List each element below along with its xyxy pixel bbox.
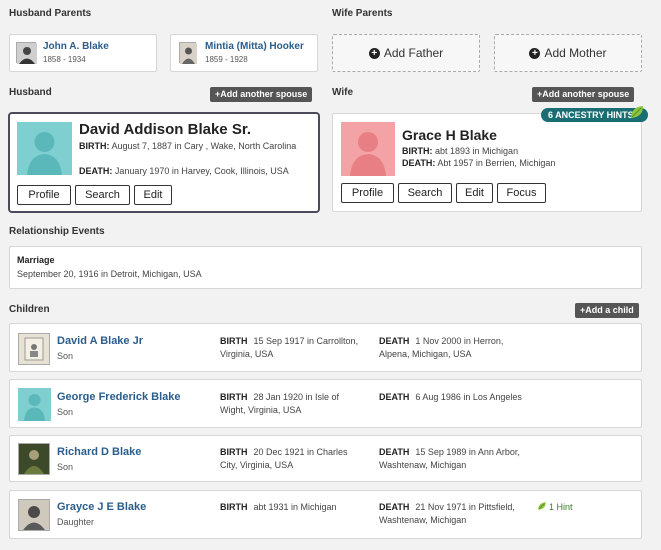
birth-label: BIRTH (220, 502, 248, 512)
plus-circle-icon: + (368, 47, 380, 59)
birth-label: BIRTH: (79, 141, 110, 151)
birth-label: BIRTH (220, 392, 248, 402)
child-death: DEATH 6 Aug 1986 in Los Angeles (379, 391, 529, 404)
child-birth: BIRTH 20 Dec 1921 in Charles City, Virgin… (220, 446, 365, 472)
add-mother-button[interactable]: + Add Mother (494, 34, 642, 72)
child-hint-link[interactable]: 1 Hint (537, 501, 573, 512)
wife-card[interactable]: Grace H Blake BIRTH: abt 1893 in Michiga… (332, 113, 642, 212)
husband-father-name[interactable]: John A. Blake (43, 41, 109, 52)
add-another-spouse-wife-button[interactable]: +Add another spouse (532, 87, 635, 102)
wife-search-button[interactable]: Search (398, 183, 452, 203)
child-name[interactable]: Grayce J E Blake (57, 501, 146, 513)
child-death: DEATH 21 Nov 1971 in Pittsfield, Washtena… (379, 501, 534, 527)
birth-label: BIRTH: (402, 146, 433, 156)
marriage-label: Marriage (17, 255, 55, 265)
child-relation: Son (57, 462, 74, 472)
husband-name: David Addison Blake Sr. (79, 121, 251, 138)
wife-title: Wife (332, 87, 354, 98)
husband-search-button[interactable]: Search (75, 185, 130, 205)
child-relation: Son (57, 407, 74, 417)
wife-focus-button[interactable]: Focus (497, 183, 546, 203)
relationship-events-title: Relationship Events (9, 226, 105, 237)
child-birth: BIRTH abt 1931 in Michigan (220, 501, 365, 514)
child-birth: BIRTH 15 Sep 1917 in Carrollton, Virginia… (220, 335, 360, 361)
wife-profile-button[interactable]: Profile (341, 183, 394, 203)
wife-name: Grace H Blake (402, 127, 497, 143)
father-photo (16, 42, 37, 64)
leaf-icon (538, 502, 546, 510)
child-relation: Son (57, 351, 74, 361)
husband-edit-button[interactable]: Edit (134, 185, 172, 205)
child-row[interactable]: David A Blake Jr Son BIRTH 15 Sep 1917 in… (9, 323, 642, 372)
death-label: DEATH (379, 392, 410, 402)
child-name[interactable]: Richard D Blake (57, 446, 141, 458)
child-row[interactable]: Richard D Blake Son BIRTH 20 Dec 1921 in … (9, 435, 642, 482)
death-label: DEATH (379, 502, 410, 512)
child-birth: BIRTH 28 Jan 1920 in Isle of Wight, Virgi… (220, 391, 360, 417)
plus-circle-icon: + (529, 47, 541, 59)
death-label: DEATH (379, 447, 410, 457)
child-name[interactable]: David A Blake Jr (57, 335, 143, 347)
husband-mother-card[interactable]: Mintia (Mitta) Hooker 1859 - 1928 (170, 34, 318, 72)
child-death: DEATH 1 Nov 2000 in Herron, Alpena, Michi… (379, 335, 529, 361)
death-label: DEATH: (79, 166, 113, 176)
child-row[interactable]: George Frederick Blake Son BIRTH 28 Jan 1… (9, 379, 642, 428)
marriage-detail: September 20, 1916 in Detroit, Michigan,… (17, 269, 202, 279)
wife-birth: BIRTH: abt 1893 in Michigan (402, 145, 637, 157)
leaf-icon (629, 104, 645, 120)
birth-label: BIRTH (220, 447, 248, 457)
add-mother-label: Add Mother (544, 46, 607, 60)
husband-title: Husband (9, 87, 52, 98)
child-photo (18, 499, 50, 531)
child-death: DEATH 15 Sep 1989 in Ann Arbor, Washtenaw… (379, 446, 529, 472)
husband-profile-button[interactable]: Profile (17, 185, 71, 205)
add-father-label: Add Father (383, 46, 444, 60)
children-title: Children (9, 304, 50, 315)
male-avatar-icon (18, 388, 51, 421)
husband-parents-title: Husband Parents (9, 8, 92, 19)
wife-death: DEATH: Abt 1957 in Berrien, Michigan (402, 157, 637, 169)
add-another-spouse-husband-button[interactable]: +Add another spouse (210, 87, 313, 102)
wife-edit-button[interactable]: Edit (456, 183, 493, 203)
add-child-button[interactable]: +Add a child (575, 303, 639, 318)
birth-label: BIRTH (220, 336, 248, 346)
child-photo (18, 333, 50, 365)
husband-birth-value: August 7, 1887 in Cary , Wake, North Car… (111, 141, 297, 151)
husband-card[interactable]: David Addison Blake Sr. BIRTH: August 7,… (8, 112, 320, 213)
husband-father-dates: 1858 - 1934 (43, 55, 86, 64)
wife-birth-value: abt 1893 in Michigan (435, 146, 519, 156)
child-photo (18, 443, 50, 475)
husband-death-value: January 1970 in Harvey, Cook, Illinois, … (114, 166, 289, 176)
child-hint-label: 1 Hint (549, 502, 573, 512)
child-row[interactable]: Grayce J E Blake Daughter BIRTH abt 1931 … (9, 490, 642, 539)
female-avatar-icon (341, 122, 395, 176)
husband-mother-dates: 1859 - 1928 (205, 55, 248, 64)
husband-death: DEATH: January 1970 in Harvey, Cook, Ill… (79, 165, 319, 177)
wife-parents-title: Wife Parents (332, 8, 393, 19)
death-label: DEATH: (402, 158, 436, 168)
mother-photo (179, 42, 197, 64)
marriage-event-card[interactable]: Marriage September 20, 1916 in Detroit, … (9, 246, 642, 289)
husband-birth: BIRTH: August 7, 1887 in Cary , Wake, No… (79, 140, 311, 152)
wife-death-value: Abt 1957 in Berrien, Michigan (437, 158, 556, 168)
child-birth-value: abt 1931 in Michigan (253, 502, 337, 512)
death-label: DEATH (379, 336, 410, 346)
husband-father-card[interactable]: John A. Blake 1858 - 1934 (9, 34, 157, 72)
child-death-value: 6 Aug 1986 in Los Angeles (415, 392, 522, 402)
add-father-button[interactable]: + Add Father (332, 34, 480, 72)
child-name[interactable]: George Frederick Blake (57, 391, 181, 403)
husband-mother-name[interactable]: Mintia (Mitta) Hooker (205, 41, 304, 52)
child-relation: Daughter (57, 517, 95, 527)
male-avatar-icon (17, 122, 72, 175)
